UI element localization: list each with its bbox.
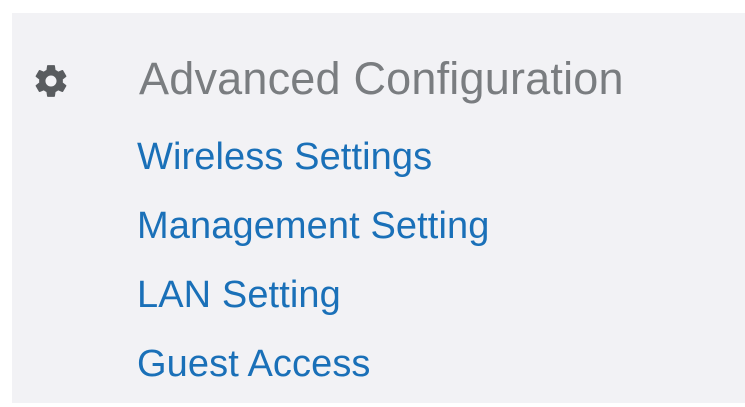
management-setting-link[interactable]: Management Setting	[137, 205, 489, 247]
guest-access-link[interactable]: Guest Access	[137, 343, 371, 385]
menu-item-wireless-settings: Wireless Settings	[137, 131, 489, 200]
section-header-advanced-configuration: Advanced Configuration	[12, 47, 745, 119]
gear-icon	[32, 62, 70, 100]
section-title: Advanced Configuration	[139, 53, 624, 104]
wireless-settings-link[interactable]: Wireless Settings	[137, 136, 432, 178]
menu-item-lan-setting: LAN Setting	[137, 269, 489, 338]
menu-item-management-setting: Management Setting	[137, 200, 489, 269]
lan-setting-link[interactable]: LAN Setting	[137, 274, 341, 316]
advanced-configuration-menu: Wireless Settings Management Setting LAN…	[137, 131, 489, 407]
config-panel: Advanced Configuration Wireless Settings…	[12, 13, 745, 403]
menu-item-guest-access: Guest Access	[137, 338, 489, 407]
